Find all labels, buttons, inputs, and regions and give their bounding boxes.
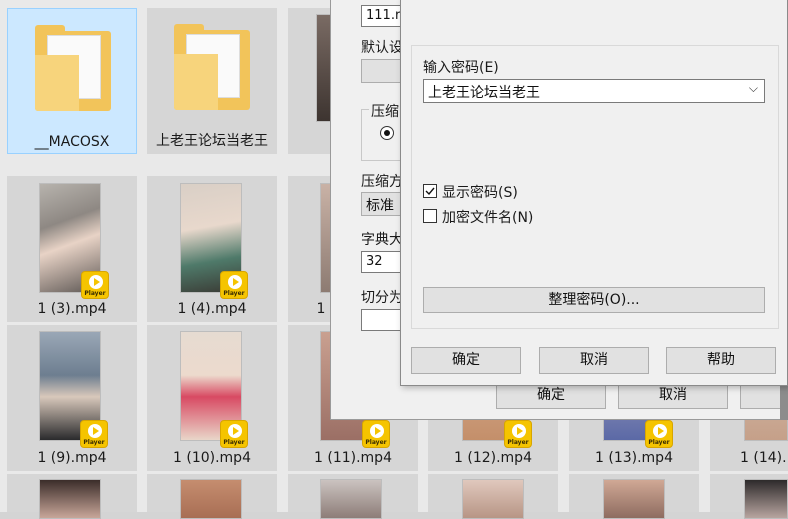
file-item-row3[interactable]: [428, 474, 558, 519]
dict-size-label: 字典大: [361, 232, 403, 248]
file-name: 1 (9).mp4: [37, 450, 107, 466]
player-badge-icon: Player: [81, 271, 109, 299]
file-item-1-10[interactable]: Player 1 (10).mp4: [147, 325, 277, 471]
archive-name-input[interactable]: 111.r: [361, 5, 401, 27]
file-item-1-9[interactable]: Player 1 (9).mp4: [7, 325, 137, 471]
file-item-row3[interactable]: [147, 474, 277, 519]
file-item-row3[interactable]: [569, 474, 699, 519]
archive-ok-button[interactable]: 确定: [496, 382, 606, 409]
default-settings-button[interactable]: [361, 59, 401, 83]
file-name: 1 (14).: [740, 450, 787, 466]
player-badge-icon: Player: [362, 420, 390, 448]
player-badge-icon: Player: [645, 420, 673, 448]
file-item-row3[interactable]: [288, 474, 418, 519]
password-input[interactable]: 上老王论坛当老王 ⌵: [423, 79, 765, 103]
video-thumbnail: [320, 479, 382, 519]
chevron-down-icon[interactable]: ⌵: [749, 81, 758, 96]
folder-item-macosx[interactable]: __MACOSX: [7, 8, 137, 154]
split-input[interactable]: [361, 309, 401, 331]
player-badge-icon: Player: [220, 271, 248, 299]
file-name: 1 (3).mp4: [37, 301, 107, 317]
encrypt-names-checkbox[interactable]: [423, 209, 437, 223]
archive-cancel-button[interactable]: 取消: [618, 382, 728, 409]
folder-icon: [35, 25, 111, 111]
video-thumbnail: [744, 479, 788, 519]
file-name: 1 (13).mp4: [595, 450, 673, 466]
checkmark-icon: [425, 187, 435, 196]
radio-button[interactable]: [380, 126, 394, 140]
password-dialog: 输入密码(E) 上老王论坛当老王 ⌵ 显示密码(S) 加密文件名(N) 整理密码…: [400, 0, 788, 386]
folder-icon: [174, 24, 250, 110]
show-password-label[interactable]: 显示密码(S): [442, 182, 518, 202]
ok-button[interactable]: 确定: [411, 347, 521, 374]
video-thumbnail: [603, 479, 665, 519]
player-badge-icon: Player: [80, 420, 108, 448]
compress-group-label: 压缩: [369, 101, 401, 121]
password-value: 上老王论坛当老王: [428, 85, 540, 101]
folder-name: __MACOSX: [34, 134, 110, 150]
password-label: 输入密码(E): [423, 60, 499, 76]
file-item-1-3[interactable]: Player 1 (3).mp4: [7, 176, 137, 322]
file-name: 1 (4).mp4: [177, 301, 247, 317]
dict-size-select[interactable]: 32: [361, 251, 401, 273]
show-password-checkbox[interactable]: [423, 184, 437, 198]
video-thumbnail: [39, 479, 101, 519]
player-badge-icon: Player: [220, 420, 248, 448]
video-thumbnail: [462, 479, 524, 519]
file-item-1-4[interactable]: Player 1 (4).mp4: [147, 176, 277, 322]
encrypt-names-label[interactable]: 加密文件名(N): [442, 207, 533, 227]
split-label: 切分为: [361, 290, 403, 306]
cancel-button[interactable]: 取消: [539, 347, 649, 374]
folder-name: 上老王论坛当老王: [156, 133, 268, 149]
file-name: 1 (10).mp4: [173, 450, 251, 466]
file-name: 1 (12).mp4: [454, 450, 532, 466]
compress-method-label: 压缩方: [361, 174, 403, 190]
compress-method-select[interactable]: 标准: [361, 192, 401, 216]
file-name: 1 (11).mp4: [314, 450, 392, 466]
organize-passwords-button[interactable]: 整理密码(O)...: [423, 287, 765, 313]
video-thumbnail: [180, 479, 242, 519]
help-button[interactable]: 帮助: [666, 347, 776, 374]
player-badge-icon: Player: [504, 420, 532, 448]
default-settings-label: 默认设: [361, 40, 403, 56]
folder-item-laowang[interactable]: 上老王论坛当老王: [147, 8, 277, 154]
file-item-row3[interactable]: [7, 474, 137, 519]
file-item-row3[interactable]: [710, 474, 788, 519]
